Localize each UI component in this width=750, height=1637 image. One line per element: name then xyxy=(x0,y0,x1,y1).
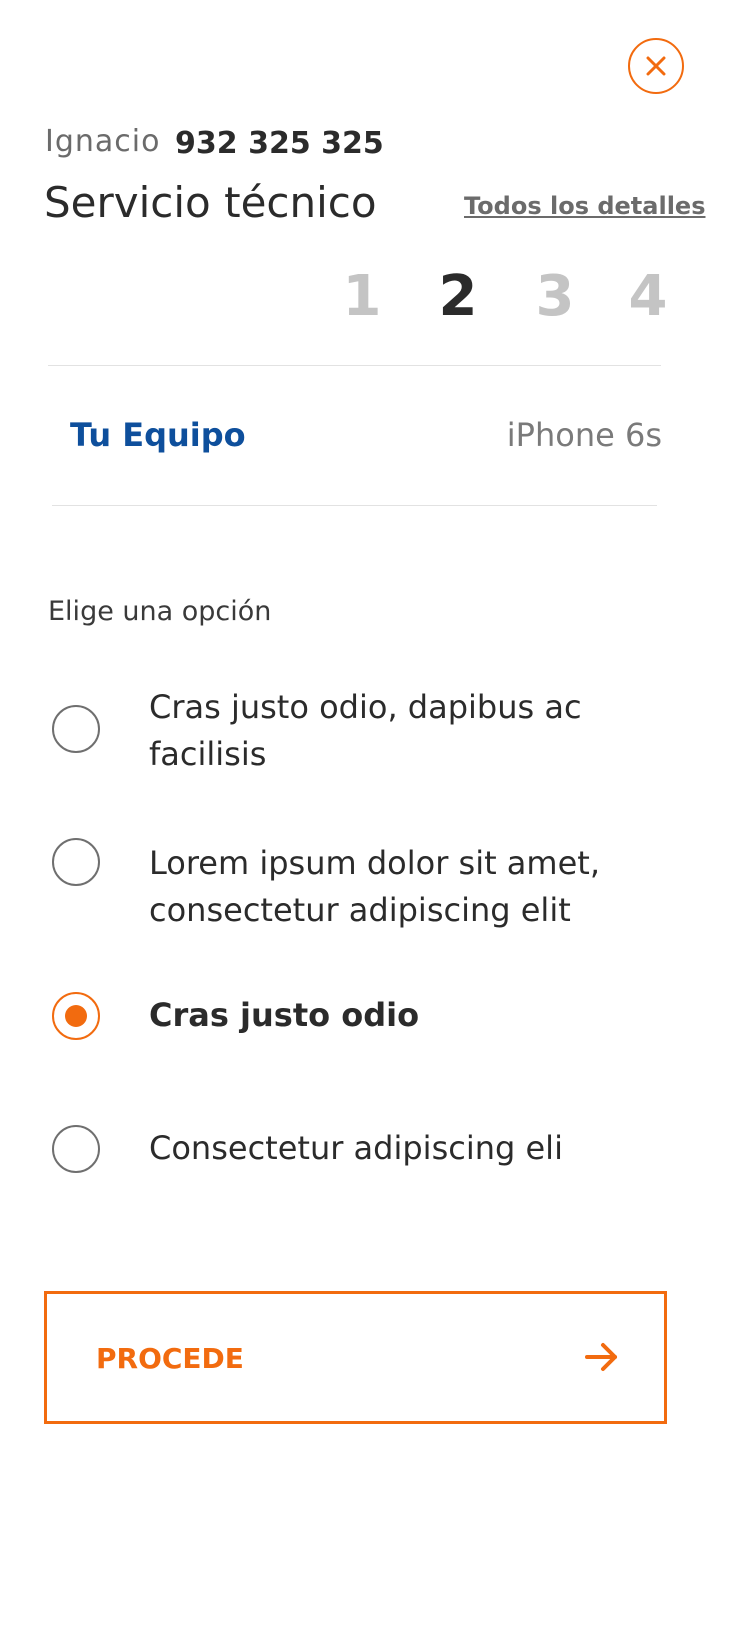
proceed-button[interactable]: PROCEDE xyxy=(44,1291,667,1424)
radio-button[interactable] xyxy=(52,1125,100,1173)
radio-button-checked[interactable] xyxy=(52,992,100,1040)
step-4: 4 xyxy=(628,264,668,329)
option-item[interactable]: Lorem ipsum dolor sit amet, consectetur … xyxy=(52,838,692,936)
radio-selected-dot xyxy=(65,1005,87,1027)
user-phone: 932 325 325 xyxy=(175,126,384,161)
option-label: Cras justo odio, dapibus ac facilisis xyxy=(149,688,582,773)
device-label: Tu Equipo xyxy=(70,416,246,454)
options-heading: Elige una opción xyxy=(48,596,272,627)
option-item-selected[interactable]: Cras justo odio xyxy=(52,992,692,1040)
page-title: Servicio técnico xyxy=(44,178,377,227)
radio-button[interactable] xyxy=(52,705,100,753)
radio-button[interactable] xyxy=(52,838,100,886)
user-name: Ignacio xyxy=(45,124,161,159)
option-item[interactable]: Consectetur adipiscing eli xyxy=(52,1125,692,1173)
close-icon xyxy=(646,56,666,76)
step-3: 3 xyxy=(535,264,575,329)
step-2-current: 2 xyxy=(438,264,478,329)
step-1: 1 xyxy=(342,264,382,329)
divider xyxy=(52,505,657,506)
option-label: Consectetur adipiscing eli xyxy=(149,1129,563,1167)
device-value: iPhone 6s xyxy=(506,416,662,454)
proceed-label: PROCEDE xyxy=(96,1342,244,1375)
divider xyxy=(48,365,661,366)
option-item[interactable]: Cras justo odio, dapibus ac facilisis xyxy=(52,684,692,780)
option-label: Cras justo odio xyxy=(149,996,420,1034)
close-button[interactable] xyxy=(628,38,684,94)
all-details-link[interactable]: Todos los detalles xyxy=(464,192,705,220)
arrow-right-icon xyxy=(585,1343,617,1371)
option-label: Lorem ipsum dolor sit amet, consectetur … xyxy=(149,844,600,929)
